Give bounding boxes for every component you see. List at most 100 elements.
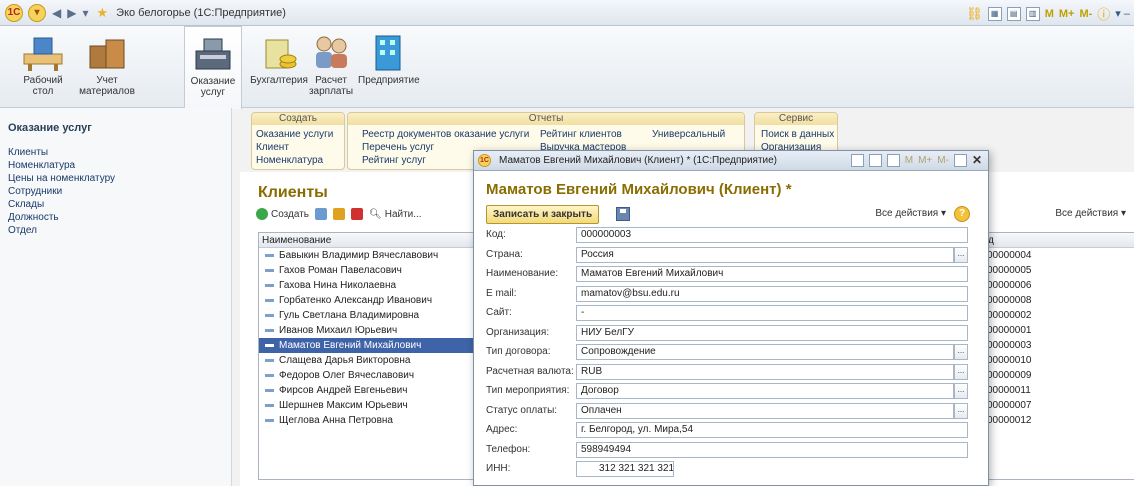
section-services[interactable]: Оказание услуг	[184, 26, 242, 109]
back-icon[interactable]: ◀	[52, 6, 61, 20]
select-button[interactable]: ...	[954, 383, 968, 399]
field-input[interactable]: -	[576, 305, 968, 321]
field-input[interactable]: 598949494	[576, 441, 968, 458]
code-cell[interactable]: 00000012	[985, 413, 1134, 428]
table-row[interactable]: Гахов Роман Павеласович	[259, 263, 479, 278]
table-row[interactable]: Щеглова Анна Петровна	[259, 413, 479, 428]
field-input[interactable]: НИУ БелГУ	[576, 324, 968, 341]
field-label: Организация:	[486, 326, 550, 338]
main-menu-button[interactable]: ▾	[28, 3, 46, 22]
field-input[interactable]: Оплачен	[576, 402, 954, 419]
link-icon[interactable]: ⛓	[966, 6, 983, 22]
memory-plus-button[interactable]: M+	[918, 155, 932, 166]
code-cell[interactable]: 00000007	[985, 398, 1134, 413]
table-icon[interactable]: ▤	[1006, 6, 1021, 21]
select-button[interactable]: ...	[954, 344, 968, 360]
nav-item-employees[interactable]: Сотрудники	[8, 185, 231, 198]
save-floppy-icon[interactable]	[616, 207, 630, 221]
code-cell[interactable]: 00000008	[985, 293, 1134, 308]
table-row[interactable]: Гуль Светлана Владимировна	[259, 308, 479, 323]
table-row[interactable]: Иванов Михаил Юрьевич	[259, 323, 479, 338]
memory-minus-button[interactable]: M-	[1079, 8, 1092, 20]
cmd-create-service[interactable]: Оказание услуги	[256, 128, 333, 141]
table-row[interactable]: Шершнев Максим Юрьевич	[259, 398, 479, 413]
field-input[interactable]: 312 321 321 321	[576, 461, 674, 477]
code-cell[interactable]: 00000010	[985, 353, 1134, 368]
table-row[interactable]: Гахова Нина Николаевна	[259, 278, 479, 293]
calculator-icon[interactable]: ▦	[987, 6, 1002, 21]
field-input[interactable]: Маматов Евгений Михайлович	[576, 266, 968, 282]
report-registry[interactable]: Реестр документов оказание услуги	[362, 128, 529, 141]
nav-item-nomenclature[interactable]: Номенклатура	[8, 159, 231, 172]
select-button[interactable]: ...	[954, 402, 968, 419]
table-row[interactable]: Горбатенко Александр Иванович	[259, 293, 479, 308]
report-clients-rating[interactable]: Рейтинг клиентов	[540, 128, 626, 141]
field-input[interactable]: Сопровождение	[576, 344, 954, 360]
find-button[interactable]: 🔍︎ Найти...	[369, 209, 422, 220]
code-cell[interactable]: 00000009	[985, 368, 1134, 383]
memory-plus-button[interactable]: M+	[1059, 8, 1075, 20]
field-input[interactable]: Россия	[576, 246, 954, 263]
code-cell[interactable]: 00000002	[985, 308, 1134, 323]
nav-item-departments[interactable]: Отдел	[8, 224, 231, 237]
link-icon[interactable]	[850, 153, 864, 167]
memory-minus-button[interactable]: M-	[937, 155, 949, 166]
field-input[interactable]: mamatov@bsu.edu.ru	[576, 285, 968, 302]
maximize-button[interactable]	[953, 153, 967, 167]
field-input[interactable]: 000000003	[576, 227, 968, 243]
forward-icon[interactable]: ▶	[67, 6, 76, 20]
nav-item-positions[interactable]: Должность	[8, 211, 231, 224]
help-icon[interactable]: ?	[954, 206, 970, 222]
field-input[interactable]: Договор	[576, 383, 954, 399]
code-cell[interactable]: 00000001	[985, 323, 1134, 338]
nav-item-clients[interactable]: Клиенты	[8, 146, 231, 159]
code-cell[interactable]: 00000003	[985, 338, 1134, 353]
section-salary[interactable]: Расчет зарплаты	[302, 26, 360, 108]
app-logo-icon[interactable]: 1С	[5, 3, 23, 22]
column-header-code[interactable]: д	[985, 233, 1134, 248]
close-button[interactable]: ✕	[972, 153, 982, 167]
table-row[interactable]: Фирсов Андрей Евгеньевич	[259, 383, 479, 398]
section-materials[interactable]: Учет материалов	[78, 26, 136, 108]
table-row[interactable]: Бавыкин Владимир Вячеславович	[259, 248, 479, 263]
copy-icon[interactable]	[315, 208, 328, 220]
service-search-data[interactable]: Поиск в данных	[761, 128, 834, 141]
section-desk[interactable]: Рабочий стол	[14, 26, 72, 108]
delete-icon[interactable]	[351, 208, 364, 220]
edit-icon[interactable]	[333, 208, 346, 220]
cmd-create-client[interactable]: Клиент	[256, 141, 333, 154]
calculator-icon[interactable]	[868, 153, 882, 167]
table-row[interactable]: Федоров Олег Вячеславович	[259, 368, 479, 383]
section-accounting[interactable]: Бухгалтерия	[250, 26, 308, 108]
favorites-star-icon[interactable]: ★	[97, 5, 109, 21]
field-input[interactable]: RUB	[576, 363, 954, 380]
save-and-close-button[interactable]: Записать и закрыть	[486, 205, 600, 224]
code-cell[interactable]: 00000005	[985, 263, 1134, 278]
memory-m-button[interactable]: M	[1045, 8, 1054, 20]
list-all-actions-button[interactable]: Все действия ▾	[1055, 208, 1126, 219]
dialog-title-bar: 1С Маматов Евгений Михайлович (Клиент) *…	[474, 151, 988, 171]
table-row[interactable]: Слащева Дарья Викторовна	[259, 353, 479, 368]
create-button[interactable]: Создать	[256, 208, 309, 220]
select-button[interactable]: ...	[954, 246, 968, 263]
table-row[interactable]: Маматов Евгений Михайлович	[259, 338, 479, 353]
calendar-icon[interactable]	[886, 153, 900, 167]
form-field: Страна: Россия...	[486, 246, 968, 264]
nav-item-warehouses[interactable]: Склады	[8, 198, 231, 211]
code-cell[interactable]: 00000011	[985, 383, 1134, 398]
report-universal[interactable]: Универсальный	[652, 128, 725, 141]
minimize-button[interactable]: ▾ –	[1115, 7, 1130, 20]
history-dropdown-icon[interactable]: ▾	[82, 6, 88, 20]
cmd-create-nomenclature[interactable]: Номенклатура	[256, 154, 333, 167]
code-cell[interactable]: 00000004	[985, 248, 1134, 263]
select-button[interactable]: ...	[954, 363, 968, 380]
calendar-icon[interactable]: ▥	[1025, 6, 1040, 21]
nav-item-prices[interactable]: Цены на номенклатуру	[8, 172, 231, 185]
section-enterprise[interactable]: Предприятие	[358, 26, 420, 108]
column-header-name[interactable]: Наименование	[259, 233, 479, 248]
memory-m-button[interactable]: M	[905, 155, 913, 166]
info-icon[interactable]: ⓘ	[1097, 4, 1110, 23]
field-input[interactable]: г. Белгород, ул. Мира,54	[576, 422, 968, 438]
dialog-all-actions-button[interactable]: Все действия ▾	[875, 208, 946, 219]
code-cell[interactable]: 00000006	[985, 278, 1134, 293]
